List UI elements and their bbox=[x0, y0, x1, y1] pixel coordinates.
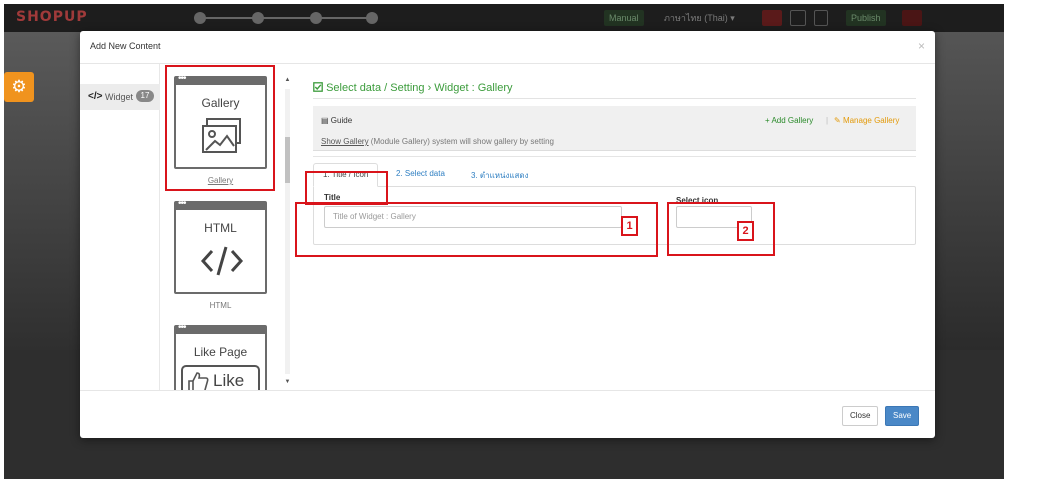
guide-box: ▤ Guide Show Gallery (Module Gallery) sy… bbox=[313, 106, 916, 151]
annotation-title-tab bbox=[305, 171, 388, 205]
tablet-view-icon[interactable] bbox=[790, 10, 806, 26]
annotation-number-2: 2 bbox=[737, 221, 754, 241]
settings-tabs: 1. Title / Icon 2. Select data 3. ตำแหน่… bbox=[313, 163, 916, 187]
pencil-icon: ✎ bbox=[834, 116, 841, 125]
annotation-select-icon bbox=[667, 202, 775, 256]
step-dot[interactable] bbox=[366, 12, 378, 24]
step-dot[interactable] bbox=[194, 12, 206, 24]
category-item-widget[interactable]: </> Widget 17 bbox=[80, 84, 160, 110]
undo-icon[interactable] bbox=[902, 10, 922, 26]
step-dot[interactable] bbox=[310, 12, 322, 24]
guide-description: Show Gallery (Module Gallery) system wil… bbox=[321, 137, 554, 146]
add-gallery-link[interactable]: + Add Gallery bbox=[765, 116, 813, 125]
annotation-title-field bbox=[295, 202, 658, 257]
close-button[interactable]: Close bbox=[842, 406, 879, 426]
wizard-steps bbox=[194, 11, 378, 25]
widget-preview: ••• Like Page Like bbox=[174, 322, 267, 390]
widget-title: Like Page bbox=[193, 345, 248, 359]
category-panel: </> Widget 17 bbox=[80, 64, 160, 390]
language-selector[interactable]: ภาษาไทย (Thai) ▾ bbox=[659, 10, 740, 26]
link-separator: | bbox=[826, 116, 829, 125]
widget-title: HTML bbox=[204, 221, 237, 235]
check-square-icon bbox=[313, 82, 323, 92]
count-badge: 17 bbox=[136, 90, 154, 102]
settings-gear-icon[interactable]: ⚙ bbox=[4, 72, 34, 102]
mobile-view-icon[interactable] bbox=[814, 10, 828, 26]
tab-select-data[interactable]: 2. Select data bbox=[396, 169, 445, 178]
close-icon[interactable]: × bbox=[918, 39, 925, 53]
book-icon: ▤ bbox=[321, 116, 329, 125]
category-label: Widget bbox=[105, 92, 134, 102]
annotation-number-1: 1 bbox=[621, 216, 638, 236]
code-icon: </> bbox=[88, 91, 103, 102]
editor-topbar: SHOPUP Manual ภาษาไทย (Thai) ▾ Publish bbox=[4, 4, 1004, 32]
scroll-down-icon[interactable]: ▼ bbox=[283, 379, 292, 385]
publish-button[interactable]: Publish bbox=[846, 10, 886, 26]
tab-display-position[interactable]: 3. ตำแหน่งแสดง bbox=[471, 169, 529, 182]
step-dot[interactable] bbox=[252, 12, 264, 24]
thumbs-up-like-icon: Like bbox=[181, 365, 260, 390]
scroll-thumb[interactable] bbox=[285, 137, 290, 183]
annotation-gallery-card bbox=[165, 65, 275, 191]
screen: SHOPUP Manual ภาษาไทย (Thai) ▾ Publish ⚙… bbox=[0, 0, 1042, 491]
scroll-up-icon[interactable]: ▲ bbox=[283, 77, 292, 83]
widget-caption: HTML bbox=[209, 301, 232, 310]
section-heading: Select data / Setting › Widget : Gallery bbox=[313, 82, 513, 94]
modal-header: Add New Content × bbox=[80, 31, 935, 64]
manage-gallery-link[interactable]: ✎ Manage Gallery bbox=[834, 116, 899, 125]
code-icon bbox=[200, 246, 244, 276]
show-gallery-link[interactable]: Show Gallery bbox=[321, 137, 369, 146]
modal-title: Add New Content bbox=[90, 41, 161, 51]
widget-list-scrollbar[interactable]: ▲ ▼ bbox=[283, 75, 291, 391]
desktop-view-icon[interactable] bbox=[762, 10, 782, 26]
guide-title: ▤ Guide bbox=[321, 116, 353, 125]
widget-preview: ••• HTML bbox=[174, 198, 267, 294]
modal-footer: Close Save bbox=[80, 390, 935, 438]
hero-image-right bbox=[934, 32, 1004, 350]
manual-button[interactable]: Manual bbox=[604, 10, 644, 26]
save-button[interactable]: Save bbox=[885, 406, 920, 426]
brand-logo: SHOPUP bbox=[16, 9, 88, 25]
